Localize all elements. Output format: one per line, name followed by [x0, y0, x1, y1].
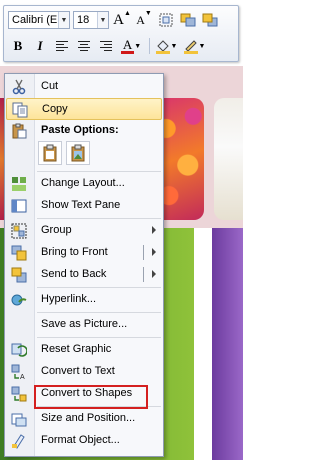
- purple-shape[interactable]: [212, 228, 243, 460]
- svg-text:A: A: [20, 374, 25, 380]
- submenu-arrow-icon: [152, 226, 156, 234]
- toolbar-separator: [149, 38, 150, 54]
- menu-item-convert-to-text[interactable]: A Convert to Text: [6, 361, 162, 383]
- menu-item-hyperlink[interactable]: Hyperlink...: [6, 289, 162, 311]
- menu-item-label: Show Text Pane: [41, 199, 121, 211]
- split-divider: [143, 267, 144, 282]
- bold-button[interactable]: B: [8, 36, 28, 56]
- shrink-font-icon: A: [136, 12, 145, 27]
- text-pane-icon: [11, 199, 27, 213]
- menu-separator: [37, 218, 161, 219]
- layout-icon: [12, 177, 26, 191]
- menu-item-bring-to-front[interactable]: Bring to Front: [6, 242, 162, 264]
- menu-item-label: Format Object...: [41, 434, 120, 446]
- font-color-icon: A: [120, 36, 135, 54]
- font-size-value: 18: [77, 14, 90, 26]
- menu-item-copy[interactable]: Copy: [6, 98, 162, 120]
- send-backward-button[interactable]: [200, 10, 220, 30]
- shape-fill-button[interactable]: ▼: [153, 36, 179, 56]
- copy-icon: [12, 102, 28, 118]
- select-objects-icon: [159, 13, 173, 27]
- menu-item-label: Save as Picture...: [41, 318, 128, 330]
- align-center-icon: [78, 41, 90, 51]
- hyperlink-icon: [11, 294, 27, 306]
- white-photo[interactable]: [214, 98, 243, 220]
- menu-item-change-layout[interactable]: Change Layout...: [6, 173, 162, 195]
- paste-icon: [12, 123, 27, 139]
- menu-item-label: Cut: [41, 80, 59, 92]
- paste-options-label: Paste Options:: [41, 124, 119, 136]
- font-color-button[interactable]: A ▼: [118, 36, 144, 56]
- size-position-icon: [11, 413, 27, 427]
- send-backward-icon: [202, 13, 218, 27]
- group-icon: [11, 223, 27, 239]
- menu-item-cut[interactable]: Cut: [6, 76, 162, 98]
- menu-item-label: Send to Back: [41, 268, 107, 280]
- menu-separator: [37, 312, 161, 313]
- menu-item-format-object[interactable]: Format Object...: [6, 430, 162, 452]
- reset-graphic-icon: [11, 343, 27, 357]
- mini-toolbar: Calibri (E ▼ 18 ▼ A ▲ A ▼ B I A ▼ ▼ ▼: [3, 5, 239, 62]
- chevron-down-icon: ▼: [97, 12, 108, 28]
- menu-item-label: Copy: [42, 103, 68, 115]
- menu-item-label: Bring to Front: [41, 246, 108, 258]
- menu-item-save-as-picture[interactable]: Save as Picture...: [6, 314, 162, 336]
- font-size-combo[interactable]: 18 ▼: [73, 11, 109, 29]
- convert-text-icon: A: [11, 364, 25, 380]
- menu-item-label: Convert to Text: [41, 365, 115, 377]
- shrink-font-button[interactable]: A ▼: [134, 10, 154, 30]
- font-name-combo[interactable]: Calibri (E ▼: [8, 11, 70, 29]
- menu-separator: [37, 337, 161, 338]
- submenu-arrow-icon[interactable]: [152, 248, 156, 256]
- italic-button[interactable]: I: [30, 36, 50, 56]
- menu-item-label: Size and Position...: [41, 412, 136, 424]
- gap: [194, 228, 212, 460]
- menu-separator: [37, 171, 161, 172]
- menu-item-label: Group: [41, 224, 72, 236]
- clipboard-picture-icon: [71, 144, 85, 162]
- menu-header-paste-options: Paste Options:: [6, 120, 162, 142]
- highlight-outline: [34, 385, 148, 409]
- align-center-button[interactable]: [74, 36, 94, 56]
- shape-outline-button[interactable]: ▼: [181, 36, 207, 56]
- menu-item-size-and-position[interactable]: Size and Position...: [6, 408, 162, 430]
- menu-item-group[interactable]: Group: [6, 220, 162, 242]
- grow-font-icon: A: [113, 11, 124, 28]
- paste-keep-source-button[interactable]: [38, 141, 62, 165]
- pen-icon: [183, 40, 198, 54]
- menu-item-label: Change Layout...: [41, 177, 125, 189]
- clipboard-icon: [43, 144, 57, 162]
- menu-item-label: Hyperlink...: [41, 293, 97, 305]
- bring-forward-icon: [180, 13, 196, 27]
- paint-bucket-icon: [155, 40, 170, 54]
- send-back-icon: [11, 267, 27, 283]
- chevron-down-icon: ▼: [58, 12, 69, 28]
- split-divider: [143, 245, 144, 260]
- menu-item-show-text-pane[interactable]: Show Text Pane: [6, 195, 162, 217]
- menu-separator: [37, 287, 161, 288]
- menu-item-send-to-back[interactable]: Send to Back: [6, 264, 162, 286]
- align-right-button[interactable]: [96, 36, 116, 56]
- scissors-icon: [12, 79, 26, 95]
- format-object-icon: [12, 434, 25, 449]
- menu-item-reset-graphic[interactable]: Reset Graphic: [6, 339, 162, 361]
- paste-picture-button[interactable]: [66, 141, 90, 165]
- align-left-icon: [56, 41, 68, 51]
- font-name-value: Calibri (E: [12, 14, 58, 26]
- select-objects-button[interactable]: [156, 10, 176, 30]
- submenu-arrow-icon[interactable]: [152, 270, 156, 278]
- grow-font-button[interactable]: A ▲: [112, 10, 132, 30]
- menu-item-label: Reset Graphic: [41, 343, 112, 355]
- convert-shapes-icon: [11, 386, 27, 402]
- bring-front-icon: [11, 245, 27, 261]
- bring-forward-button[interactable]: [178, 10, 198, 30]
- align-right-icon: [100, 41, 112, 51]
- align-left-button[interactable]: [52, 36, 72, 56]
